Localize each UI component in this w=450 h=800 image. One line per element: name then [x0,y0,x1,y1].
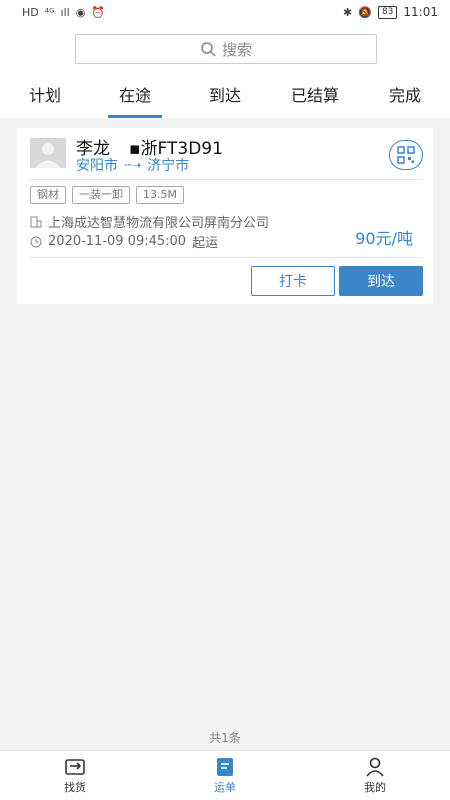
nav-mine[interactable]: 我的 [300,751,450,800]
tab-arrived[interactable]: 到达 [180,78,270,118]
tab-completed[interactable]: 完成 [360,78,450,118]
waybill-card[interactable]: 李龙 ▪浙FT3D91 安阳市 ╌➝ 济宁市 钢材 一装一卸 13.5M 上海成… [17,128,433,304]
route-destination: 济宁市 [147,158,190,174]
alarm-icon: ⏰ [91,5,106,19]
departure-status: 起运 [192,236,219,251]
tab-in-transit[interactable]: 在途 [90,78,180,118]
tab-plan[interactable]: 计划 [0,78,90,118]
mute-icon: 🔕 [358,5,372,19]
card-divider-bottom [30,257,423,258]
search-placeholder: 搜索 [221,40,252,59]
departure-time: 2020-11-09 09:45:00 [48,234,187,249]
company-name: 上海成达智慧物流有限公司屏南分公司 [48,216,270,231]
departure-row: 2020-11-09 09:45:00 起运 [30,232,218,251]
search-area: 搜索 [0,24,450,78]
nav-waybill[interactable]: 运单 [150,751,300,800]
bluetooth-icon: ✱ [343,5,353,19]
checkin-button[interactable]: 打卡 [251,266,335,296]
nav-waybill-label: 运单 [214,780,236,794]
tag-truck-length: 13.5M [136,186,184,204]
search-input[interactable]: 搜索 [75,34,377,64]
wifi-icon: ıll [60,5,70,19]
eye-icon: ◉ [75,5,86,19]
clock-time: 11:01 [403,5,438,19]
hd-icon: HD [22,5,39,19]
status-bar: HD ⁴ᴳ ıll ◉ ⏰ ✱ 🔕 83 11:01 [0,0,450,24]
total-count: 共1条 [209,731,241,745]
battery-icon: 83 [377,5,398,19]
route-arrow-icon: ╌➝ [124,158,142,172]
route: 安阳市 ╌➝ 济宁市 [76,155,189,175]
cargo-tags: 钢材 一装一卸 13.5M [30,186,184,204]
company-row: 上海成达智慧物流有限公司屏南分公司 [30,212,269,231]
tag-load-mode: 一装一卸 [72,186,130,204]
avatar [30,138,66,168]
clock-icon [30,236,42,247]
building-icon [30,216,42,227]
card-divider [30,179,423,180]
route-origin: 安阳市 [76,158,118,174]
nav-find-goods-label: 找货 [64,780,86,794]
truck-box-icon [65,758,85,775]
nav-mine-label: 我的 [364,780,386,794]
bottom-nav: 找货 运单 我的 [0,750,450,800]
freight-price: 90元/吨 [355,229,413,248]
qr-code-icon [397,146,415,164]
user-icon [366,757,384,777]
signal-4g-icon: ⁴ᴳ [44,5,55,19]
waybill-icon [217,757,233,776]
qr-code-button[interactable] [389,140,423,170]
status-tabs: 计划 在途 到达 已结算 完成 [0,78,450,118]
arrive-button[interactable]: 到达 [339,266,423,296]
nav-find-goods[interactable]: 找货 [0,751,150,800]
tag-cargo-type: 钢材 [30,186,66,204]
tab-settled[interactable]: 已结算 [270,78,360,118]
search-icon [201,42,216,57]
